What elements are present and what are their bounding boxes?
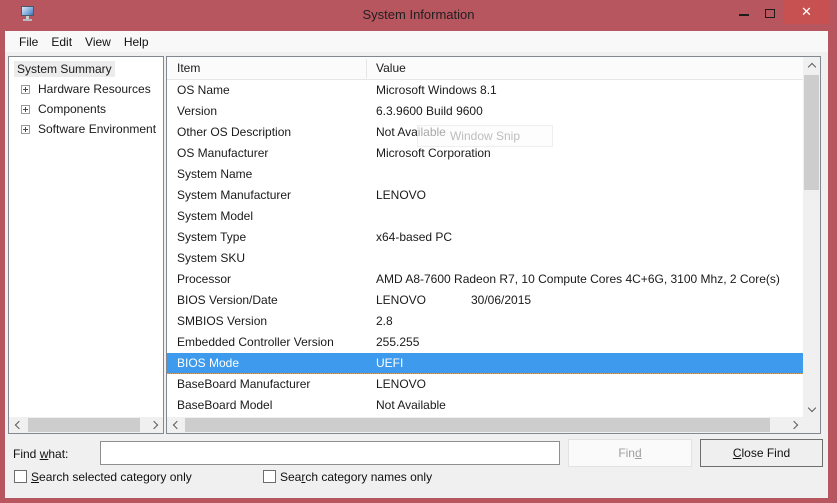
table-row[interactable]: BaseBoard Manufacturer LENOVO — [167, 374, 803, 395]
table-cell-value-extra: 30/06/2015 — [471, 290, 531, 311]
table-cell-value: UEFI — [376, 353, 403, 373]
checkbox-label: Search selected category only — [31, 470, 192, 484]
table-cell-item: Other OS Description — [177, 122, 291, 143]
table-cell-item: Version — [177, 101, 217, 122]
tree-item-components[interactable]: Components — [21, 99, 109, 119]
window-snip-overlay: Window Snip — [417, 125, 553, 147]
table-horizontal-scrollbar[interactable] — [167, 417, 803, 433]
tree-item-software-environment[interactable]: Software Environment — [21, 119, 159, 139]
column-header-item[interactable]: Item — [177, 61, 200, 75]
table-cell-item: System Model — [177, 206, 253, 227]
table-cell-item: System Manufacturer — [177, 185, 291, 206]
scrollbar-corner — [803, 417, 820, 433]
scroll-down-icon[interactable] — [803, 401, 820, 417]
minimize-button[interactable] — [731, 0, 757, 24]
table-cell-item: System SKU — [177, 248, 245, 269]
scroll-left-icon[interactable] — [9, 417, 25, 433]
table-vertical-scrollbar[interactable] — [803, 57, 820, 417]
table-cell-value: Not Available — [376, 395, 446, 416]
table-row[interactable]: OS Name Microsoft Windows 8.1 — [167, 80, 803, 101]
table-cell-value: LENOVO — [376, 185, 426, 206]
tree-item-label: Hardware Resources — [35, 81, 154, 97]
table-vscroll-thumb[interactable] — [804, 75, 819, 190]
scroll-left-icon[interactable] — [167, 417, 183, 433]
close-icon: ✕ — [801, 4, 812, 20]
minimize-icon — [739, 14, 749, 16]
tree-hscroll-thumb[interactable] — [28, 418, 140, 432]
close-find-button[interactable]: Close Find — [700, 439, 823, 467]
table-cell-item: BIOS Version/Date — [177, 290, 278, 311]
menu-item-file[interactable]: File — [19, 35, 38, 49]
window-title: System Information — [0, 7, 837, 22]
table-row[interactable]: System Manufacturer LENOVO — [167, 185, 803, 206]
close-button[interactable]: ✕ — [783, 0, 830, 24]
table-cell-item: OS Manufacturer — [177, 143, 268, 164]
expand-plus-icon[interactable] — [21, 105, 30, 114]
find-button[interactable]: Find — [568, 439, 692, 467]
scroll-up-icon[interactable] — [803, 57, 820, 73]
table-cell-item: OS Name — [177, 80, 230, 101]
table-cell-item: SMBIOS Version — [177, 311, 267, 332]
table-row[interactable]: Processor AMD A8-7600 Radeon R7, 10 Compu… — [167, 269, 803, 290]
system-information-window: System Information ✕ File Edit View Help… — [0, 0, 837, 503]
tree-item-hardware-resources[interactable]: Hardware Resources — [21, 79, 154, 99]
main-area: System Summary Hardware Resources Compon… — [5, 52, 828, 498]
find-input[interactable] — [100, 441, 560, 465]
table-cell-item: System Name — [177, 164, 252, 185]
detail-table-panel: Item Value OS NameMicrosoft Windows 8.1V… — [166, 56, 821, 434]
search-selected-category-checkbox[interactable]: Search selected category only — [14, 469, 192, 484]
checkbox-icon[interactable] — [263, 470, 276, 483]
table-header[interactable]: Item Value — [167, 57, 803, 80]
menu-item-help[interactable]: Help — [124, 35, 149, 49]
category-tree-panel: System Summary Hardware Resources Compon… — [8, 56, 164, 434]
table-cell-value: LENOVO — [376, 290, 426, 311]
checkbox-icon[interactable] — [14, 470, 27, 483]
table-cell-item: BIOS Mode — [177, 353, 239, 373]
table-row[interactable]: System Name — [167, 164, 803, 185]
table-row[interactable]: SMBIOS Version 2.8 — [167, 311, 803, 332]
column-header-value[interactable]: Value — [376, 61, 406, 75]
table-cell-value: 2.8 — [376, 311, 393, 332]
expand-plus-icon[interactable] — [21, 85, 30, 94]
table-cell-item: System Type — [177, 227, 246, 248]
maximize-button[interactable] — [757, 0, 783, 24]
table-cell-value: Microsoft Windows 8.1 — [376, 80, 497, 101]
maximize-icon — [765, 9, 775, 18]
table-cell-value: AMD A8-7600 Radeon R7, 10 Compute Cores … — [376, 269, 780, 290]
table-row[interactable]: BIOS Mode UEFI — [167, 353, 803, 374]
table-cell-item: BaseBoard Model — [177, 395, 272, 416]
table-cell-value: 6.3.9600 Build 9600 — [376, 101, 483, 122]
menu-bar: File Edit View Help — [5, 31, 828, 52]
scroll-right-icon[interactable] — [787, 417, 803, 433]
tree-item-label: System Summary — [14, 61, 115, 77]
checkbox-label: Search category names only — [280, 470, 432, 484]
table-row[interactable]: BaseBoard Model Not Available — [167, 395, 803, 416]
table-row[interactable]: System Type x64-based PC — [167, 227, 803, 248]
column-divider[interactable] — [366, 59, 367, 78]
scroll-right-icon[interactable] — [147, 417, 163, 433]
expand-plus-icon[interactable] — [21, 125, 30, 134]
table-row[interactable]: System Model — [167, 206, 803, 227]
tree-item-label: Components — [35, 101, 109, 117]
table-row[interactable]: BIOS Version/Date LENOVO 30/06/2015 — [167, 290, 803, 311]
titlebar[interactable]: System Information ✕ — [0, 0, 837, 31]
table-cell-value: x64-based PC — [376, 227, 452, 248]
table-cell-value: 255.255 — [376, 332, 419, 353]
find-what-label: Find what: — [13, 447, 68, 461]
table-cell-item: Processor — [177, 269, 231, 290]
table-row[interactable]: Embedded Controller Version 255.255 — [167, 332, 803, 353]
table-hscroll-thumb[interactable] — [185, 418, 770, 432]
search-category-names-checkbox[interactable]: Search category names only — [263, 469, 432, 484]
table-cell-value: LENOVO — [376, 374, 426, 395]
menu-item-edit[interactable]: Edit — [51, 35, 72, 49]
table-cell-item: Embedded Controller Version — [177, 332, 334, 353]
table-row[interactable]: Version 6.3.9600 Build 9600 — [167, 101, 803, 122]
tree-item-system-summary[interactable]: System Summary — [14, 59, 115, 79]
tree-horizontal-scrollbar[interactable] — [9, 417, 163, 433]
tree-item-label: Software Environment — [35, 121, 159, 137]
table-cell-item: BaseBoard Manufacturer — [177, 374, 310, 395]
table-row[interactable]: System SKU — [167, 248, 803, 269]
menu-item-view[interactable]: View — [85, 35, 111, 49]
